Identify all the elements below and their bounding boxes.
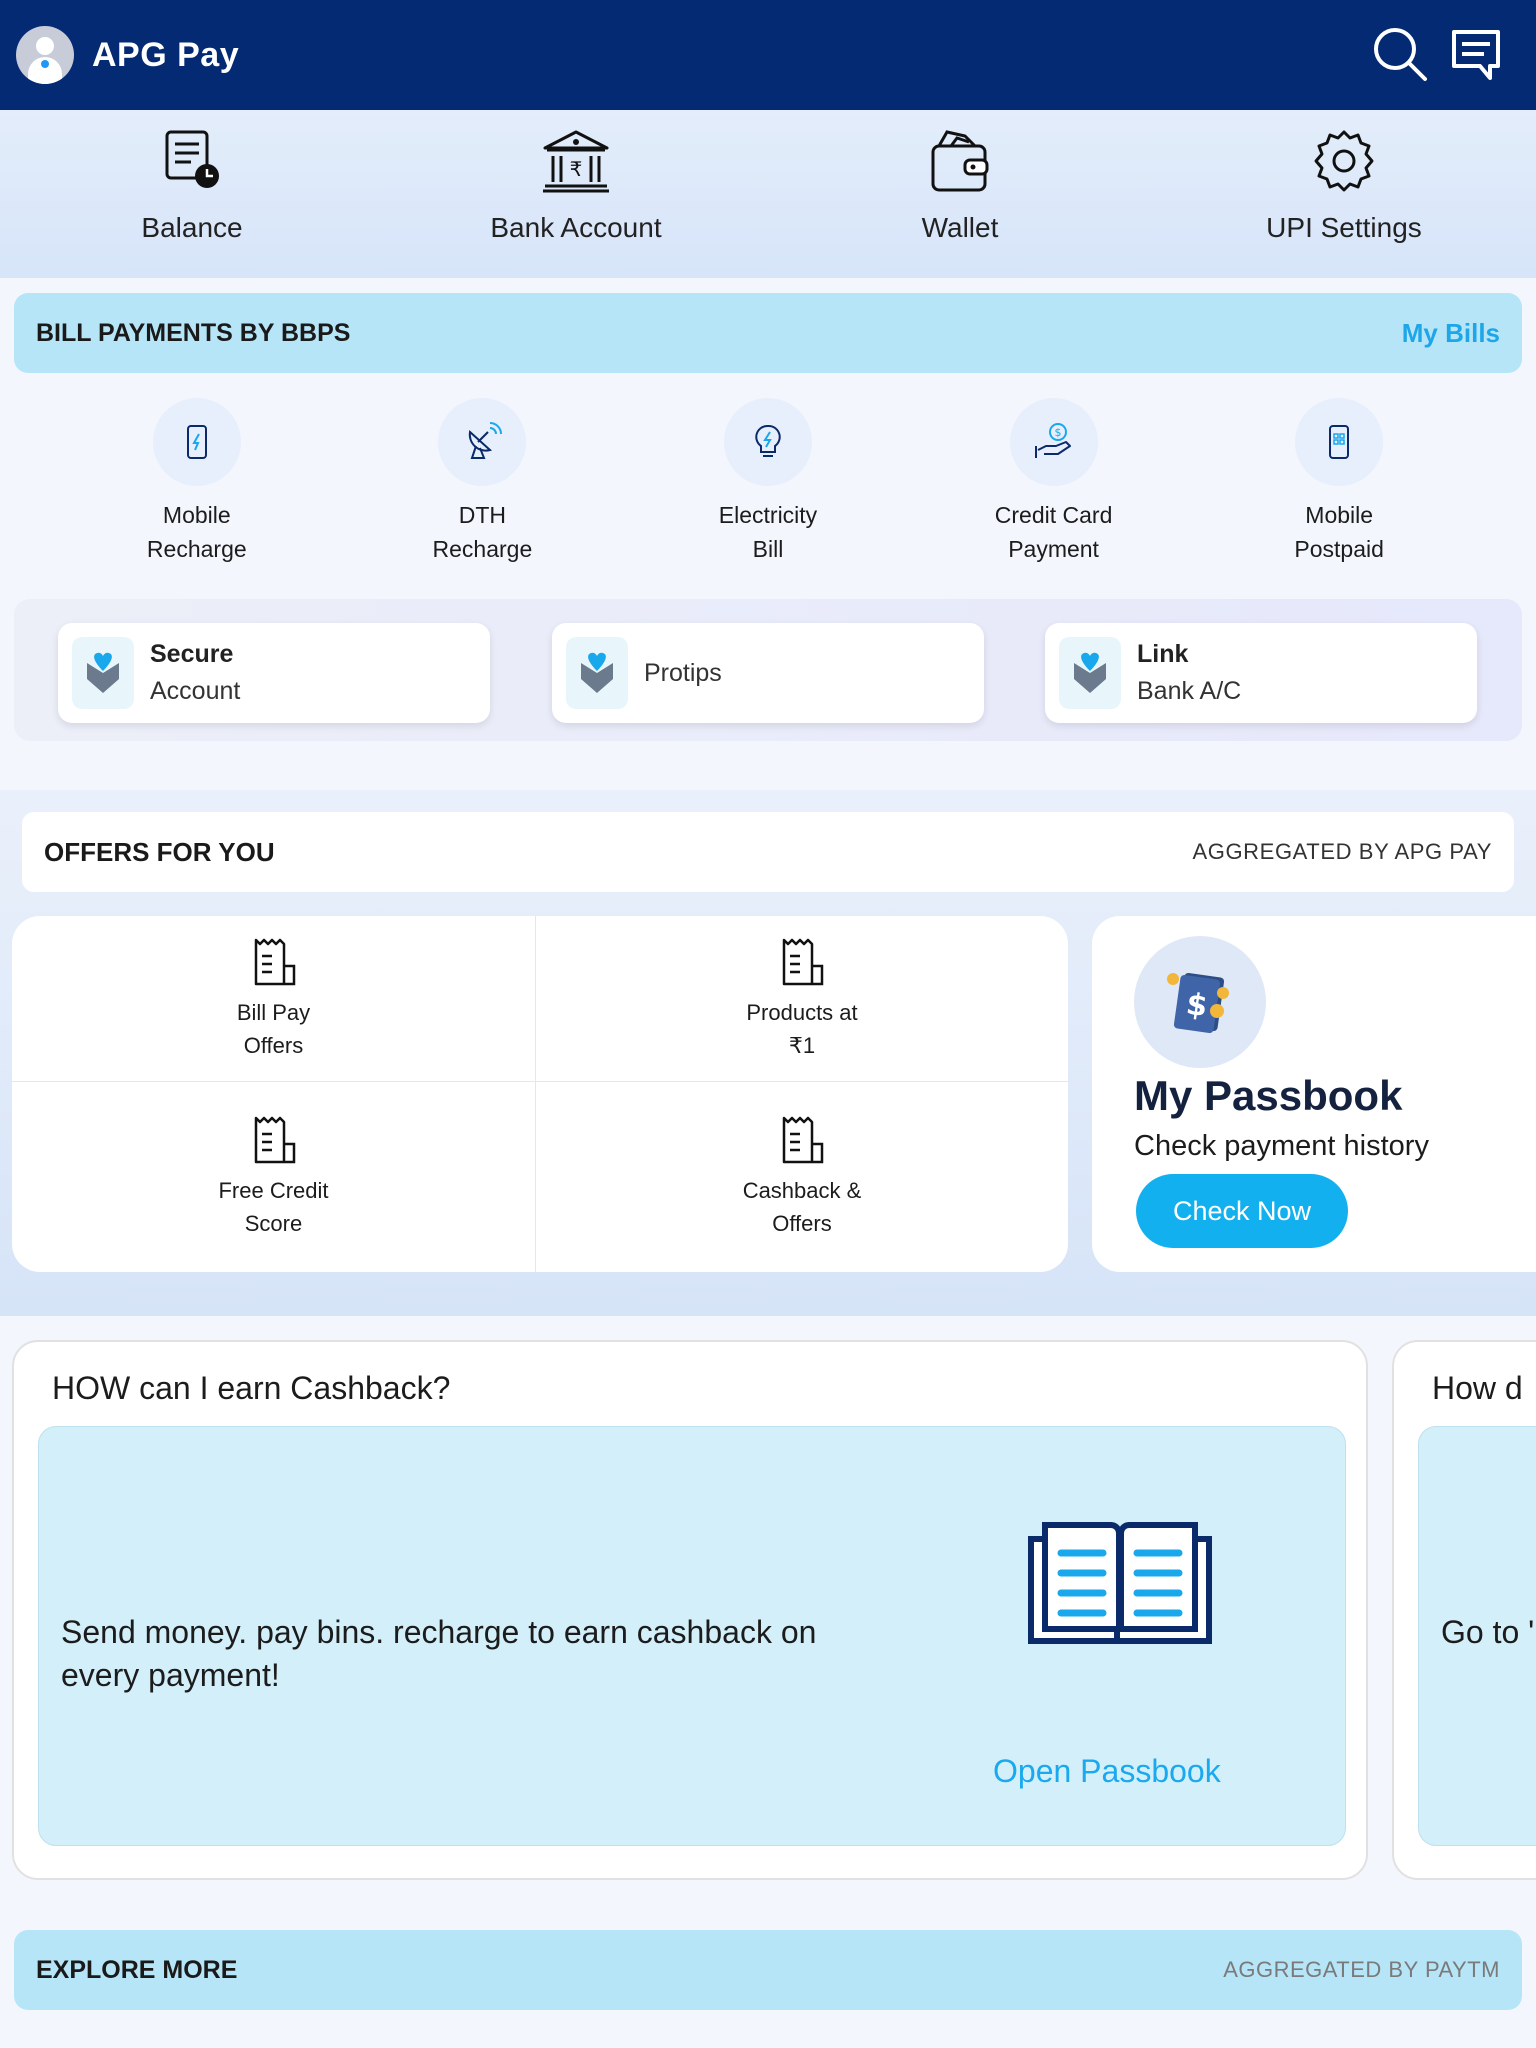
offers-title: OFFERS FOR YOU [44,836,275,867]
app-header: APG Pay [0,0,1536,110]
receipt-icon [782,1116,824,1164]
offers-aggregator: AGGREGATED BY APG PAY [1192,839,1492,864]
passbook-card: $ My Passbook Check payment history Chec… [1092,916,1536,1272]
bill-label-line2: Recharge [146,536,247,562]
bill-label-line2: Bill [752,536,784,562]
receipt-icon [254,938,295,985]
open-passbook-link[interactable]: Open Passbook [993,1753,1221,1790]
app-title: APG Pay [92,35,240,74]
message-icon[interactable] [1446,24,1506,84]
mobile-icon [186,425,207,459]
gear-icon [1314,130,1374,192]
my-bills-link[interactable]: My Bills [1402,318,1500,349]
bbps-title: BILL PAYMENTS BY BBPS [36,318,351,347]
bill-label-line2: Payment [1008,536,1099,562]
cashback-content: Send money. pay bins. recharge to earn c… [38,1426,1346,1846]
passbook-title: My Passbook [1134,1072,1403,1119]
cashback-body: Go to ' for an [1441,1614,1536,1650]
cashback-card[interactable]: HOW can I earn Cashback? Send money. pay… [12,1340,1368,1880]
quick-balance[interactable]: Balance [0,110,384,278]
quick-label: Bank Account [490,212,662,243]
bill-electricity[interactable]: Electricity Bill [668,398,868,566]
passbook-subtitle: Check payment history [1134,1130,1429,1162]
card-line1: Secure [150,640,234,668]
bill-label-line2: Recharge [432,536,533,562]
explore-aggregator: AGGREGATED BY PAYTM [1223,1957,1500,1982]
cashback-title: How d [1432,1370,1523,1406]
offer-products[interactable]: Products at ₹1 [536,916,1068,1081]
bulb-icon [755,424,781,457]
wallet-icon [931,130,989,192]
search-icon[interactable] [1370,24,1430,84]
bill-label-line1: Mobile [1305,502,1374,528]
quick-actions: Balance ₹ Bank Account Wallet UPI Settin… [0,110,1536,278]
avatar[interactable] [16,26,74,84]
card-line1: Protips [644,658,722,687]
balance-icon [165,130,219,188]
shield-heart-icon [1059,637,1121,709]
offer-line1: Free Credit [218,1178,329,1203]
offer-line1: Bill Pay [236,999,311,1025]
offer-cashback[interactable]: Cashback & Offers [536,1082,1068,1272]
bill-mobile-recharge[interactable]: Mobile Recharge [97,398,297,566]
offer-line2: Score [244,1211,303,1236]
bill-label-line1: Electricity [718,502,818,528]
quick-label: UPI Settings [1266,212,1422,243]
bill-label-line1: DTH [458,502,507,528]
bbps-banner: BILL PAYMENTS BY BBPS My Bills [14,293,1522,373]
offer-line2: ₹1 [788,1032,816,1058]
bill-mobile-postpaid[interactable]: Mobile Postpaid [1239,398,1439,566]
quick-wallet[interactable]: Wallet [768,110,1152,278]
bill-credit-card[interactable]: $ Credit Card Payment [954,398,1154,566]
open-book-icon [1028,1522,1212,1644]
offer-line1: Cashback & [742,1178,862,1203]
quick-label: Balance [141,212,243,243]
cashback-title: HOW can I earn Cashback? [52,1370,451,1406]
info-strip: Secure Account Protips Link Bank A/C [14,599,1522,741]
receipt-icon [254,1116,295,1164]
shield-heart-icon [566,637,628,709]
bank-icon: ₹ [543,130,609,193]
offer-line1: Products at [746,999,858,1025]
cashback-content: Go to ' for an [1418,1426,1536,1846]
protips-card[interactable]: Protips [552,623,984,723]
card-line1: Link [1137,640,1189,668]
passbook-icon: $ [1134,936,1266,1068]
offer-free-credit-score[interactable]: Free Credit Score [12,1082,535,1272]
bill-label-line2: Postpaid [1294,536,1384,562]
link-bank-card[interactable]: Link Bank A/C [1045,623,1477,723]
card-line2: Bank A/C [1137,677,1242,705]
offer-bill-pay[interactable]: Bill Pay Offers [12,916,535,1081]
quick-bank-account[interactable]: ₹ Bank Account [384,110,768,278]
shield-heart-icon [72,637,134,709]
receipt-icon [782,938,824,985]
check-now-button[interactable]: Check Now [1136,1174,1348,1248]
satellite-dish-icon [469,422,503,459]
explore-title: EXPLORE MORE [36,1955,238,1984]
bill-dth-recharge[interactable]: DTH Recharge [382,398,582,566]
quick-upi-settings[interactable]: UPI Settings [1152,110,1536,278]
svg-text:₹: ₹ [570,157,583,181]
bill-label-line1: Credit Card [994,502,1113,528]
svg-text:$: $ [1054,426,1061,439]
offers-grid: Bill Pay Offers Products at ₹1 Free Credit… [12,916,1068,1272]
cashback-body: Send money. pay bins. recharge to earn c… [61,1614,817,1693]
secure-account-card[interactable]: Secure Account [58,623,490,723]
offers-header: OFFERS FOR YOU AGGREGATED BY APG PAY [22,812,1514,892]
offer-line2: Offers [243,1032,304,1058]
cashback-card-next[interactable]: How d Go to ' for an [1392,1340,1536,1880]
payment-hand-icon: $ [1034,423,1071,458]
bill-label-line1: Mobile [162,502,231,528]
offer-line2: Offers [772,1211,832,1236]
quick-label: Wallet [921,212,999,243]
explore-banner: EXPLORE MORE AGGREGATED BY PAYTM [14,1930,1522,2010]
bill-categories: Mobile Recharge DTH Recharge Electricity Bi… [0,398,1536,566]
card-line2: Account [150,677,241,705]
postpaid-phone-icon [1329,425,1350,459]
